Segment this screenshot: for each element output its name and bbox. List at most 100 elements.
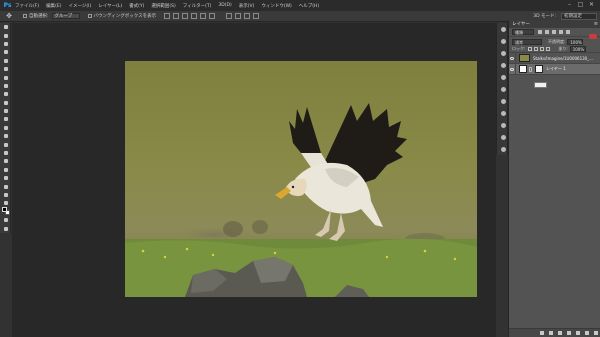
foreground-color-swatch[interactable] (2, 207, 7, 212)
healing-tool-icon[interactable] (0, 73, 11, 81)
history-brush-tool-icon[interactable] (0, 99, 11, 107)
lock-position-icon[interactable] (540, 47, 545, 51)
document-image[interactable] (125, 61, 477, 297)
delete-layer-icon[interactable] (594, 331, 598, 335)
brush-tool-icon[interactable] (0, 82, 11, 90)
zoom-tool-icon[interactable] (0, 182, 11, 190)
crop-tool-icon[interactable] (0, 57, 11, 65)
type-tool-icon[interactable] (0, 149, 11, 157)
workspace-dropdown[interactable]: 初期設定 (561, 13, 597, 20)
blend-row: 通常 不透明度: 100% (509, 37, 600, 46)
filter-adjustment-icon[interactable] (545, 30, 549, 34)
menu-edit[interactable]: 編集(E) (46, 3, 61, 9)
transform-controls-checkbox[interactable] (87, 14, 92, 18)
menu-view[interactable]: 表示(V) (239, 3, 255, 9)
eyedropper-tool-icon[interactable] (0, 65, 11, 73)
filter-shape-icon[interactable] (559, 30, 563, 34)
menu-select[interactable]: 選択範囲(S) (151, 3, 175, 9)
canvas-area[interactable] (12, 23, 496, 337)
lock-pixels-icon[interactable] (534, 47, 539, 51)
blur-tool-icon[interactable] (0, 124, 11, 132)
visibility-eye-icon[interactable] (509, 52, 516, 64)
shape-tool-icon[interactable] (0, 166, 11, 174)
new-group-icon[interactable] (576, 331, 580, 335)
distribute-3-icon[interactable] (244, 13, 251, 19)
tools-panel (0, 23, 11, 233)
add-mask-icon[interactable] (558, 331, 562, 335)
distribute-buttons (226, 13, 262, 19)
align-right-icon[interactable] (182, 13, 189, 19)
lasso-tool-icon[interactable] (0, 40, 11, 48)
filter-pixel-icon[interactable] (538, 30, 542, 34)
link-layers-icon[interactable] (540, 331, 544, 335)
fill-field[interactable]: 100% (569, 46, 586, 52)
adjustment-layer-icon[interactable] (567, 331, 571, 335)
layer-name[interactable]: レイヤー 1 (546, 66, 566, 72)
lock-all-icon[interactable] (546, 47, 551, 51)
align-middle-icon[interactable] (200, 13, 207, 19)
lock-transparent-icon[interactable] (528, 47, 533, 51)
align-bottom-icon[interactable] (209, 13, 216, 19)
menu-window[interactable]: ウィンドウ(W) (261, 3, 291, 9)
lock-row: ロック: 塗り: 100% (509, 46, 600, 53)
menu-3d[interactable]: 3D(D) (218, 3, 231, 8)
visibility-eye-icon[interactable] (509, 63, 516, 75)
hand-tool-icon[interactable] (0, 174, 11, 182)
layer-mask-thumbnail (535, 65, 543, 73)
layers-panel: レイヤー ≡ 種類 通常 不透明度: 100% ロック: 塗り: 100% St… (508, 20, 600, 337)
distribute-4-icon[interactable] (253, 13, 260, 19)
layer-row[interactable]: Stalks/Imagine/1U0006130_... (509, 52, 600, 64)
more-tool-icon[interactable] (0, 191, 11, 199)
blend-mode-dropdown[interactable]: 通常 (512, 38, 542, 45)
menu-image[interactable]: イメージ(I) (68, 3, 91, 9)
align-left-icon[interactable] (164, 13, 171, 19)
minimize-button[interactable]: – (564, 1, 575, 9)
ps-logo: Ps (3, 2, 12, 9)
tab-layers[interactable]: レイヤー (509, 21, 530, 27)
menu-type[interactable]: 書式(Y) (129, 3, 144, 9)
layers-panel-footer (509, 328, 600, 337)
quick-select-tool-icon[interactable] (0, 48, 11, 56)
menu-filter[interactable]: フィルター(T) (183, 3, 212, 9)
quick-mask-tool-icon[interactable] (0, 216, 11, 224)
layer-row-active[interactable]: レイヤー 1 (509, 63, 600, 75)
path-select-tool-icon[interactable] (0, 157, 11, 165)
lock-label: ロック: (512, 46, 526, 51)
fill-label: 塗り: (558, 46, 568, 51)
close-button[interactable]: ✕ (586, 1, 597, 9)
eraser-tool-icon[interactable] (0, 107, 11, 115)
menu-help[interactable]: ヘルプ(H) (299, 3, 319, 9)
layer-name[interactable]: Stalks/Imagine/1U0006130_... (533, 56, 593, 61)
dodge-tool-icon[interactable] (0, 132, 11, 140)
filter-kind-dropdown[interactable]: 種類 (512, 29, 534, 35)
move-tool-icon[interactable]: ✥ (3, 12, 15, 21)
layer-style-icon[interactable] (549, 331, 553, 335)
align-top-icon[interactable] (191, 13, 198, 19)
layers-panel-tabs: レイヤー ≡ (509, 20, 600, 28)
filter-toggle[interactable] (589, 34, 597, 39)
new-layer-icon[interactable] (585, 331, 589, 335)
menu-layer[interactable]: レイヤー(L) (98, 3, 122, 9)
collapsed-panels-strip (496, 23, 508, 155)
distribute-2-icon[interactable] (235, 13, 242, 19)
mask-link-icon[interactable] (529, 66, 532, 72)
align-center-icon[interactable] (173, 13, 180, 19)
menu-file[interactable]: ファイル(F) (15, 3, 39, 9)
gradient-tool-icon[interactable] (0, 115, 11, 123)
align-buttons (164, 13, 218, 19)
auto-select-dropdown[interactable]: グループ (51, 13, 80, 19)
pen-tool-icon[interactable] (0, 140, 11, 148)
panel-menu-icon[interactable]: ≡ (594, 20, 598, 28)
opacity-label: 不透明度: (548, 38, 566, 44)
opacity-field[interactable]: 100% (567, 38, 584, 45)
marquee-tool-icon[interactable] (0, 31, 11, 39)
filter-type-icon[interactable] (552, 30, 556, 34)
maximize-button[interactable]: □ (575, 1, 586, 9)
move-tool-icon[interactable] (0, 23, 11, 31)
stamp-tool-icon[interactable] (0, 90, 11, 98)
auto-select-checkbox[interactable] (23, 14, 27, 18)
lock-icons (528, 47, 552, 51)
screen-mode-tool-icon[interactable] (0, 224, 11, 232)
filter-smart-object-icon[interactable] (566, 30, 570, 34)
distribute-1-icon[interactable] (226, 13, 233, 19)
